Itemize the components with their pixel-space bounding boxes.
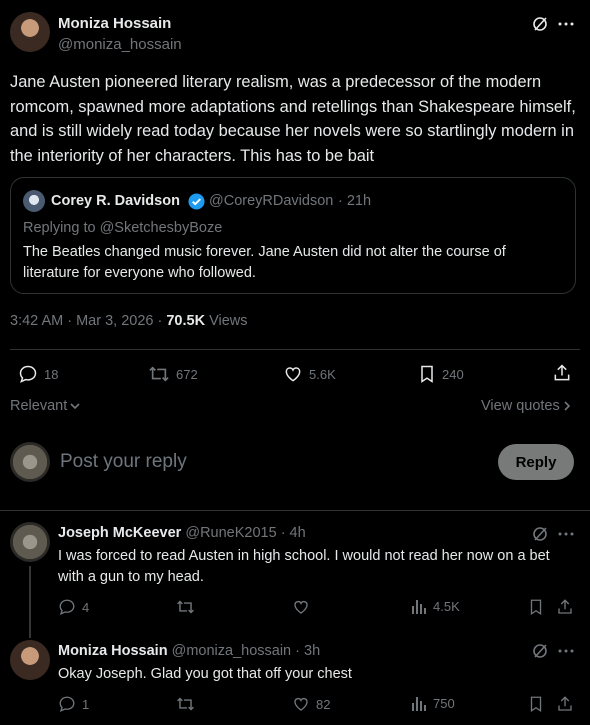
author-handle[interactable]: @moniza_hossain (58, 36, 182, 53)
views-count: 750 (433, 695, 455, 711)
chevron-down-icon (70, 402, 80, 410)
analytics-icon (411, 695, 427, 711)
like-action[interactable]: 5.6K (283, 364, 336, 384)
sort-dropdown[interactable]: Relevant (10, 398, 80, 414)
reply-count: 4 (82, 599, 90, 615)
reply-author-name[interactable]: Moniza Hossain (58, 643, 168, 659)
reply-text: I was forced to read Austen in high scho… (58, 548, 550, 585)
more-options-icon[interactable] (558, 649, 574, 653)
reply-count: 1 (82, 696, 90, 712)
verified-badge-icon (188, 193, 205, 210)
heart-icon (283, 364, 303, 384)
share-icon[interactable] (556, 695, 574, 713)
repost-icon (176, 598, 195, 616)
quoted-replying-to: Replying to @SketchesbyBoze (23, 220, 223, 236)
post-timestamp: 3:42 AM · Mar 3, 2026 · (10, 313, 163, 329)
chevron-right-icon (564, 401, 571, 411)
repost-icon (148, 364, 170, 384)
views-label: Views (209, 313, 248, 329)
repost-count: 672 (176, 366, 198, 382)
reply-text: Okay Joseph. Glad you got that off your … (58, 666, 352, 682)
reply-author-handle[interactable]: @RuneK2015 (185, 525, 276, 541)
views-action[interactable]: 4.5K (411, 598, 460, 614)
reply-action[interactable]: 18 (18, 364, 58, 384)
reply-author-name[interactable]: Joseph McKeever (58, 525, 181, 541)
reply-avatar[interactable] (10, 522, 50, 562)
heart-icon (292, 598, 310, 616)
author-avatar[interactable] (10, 12, 50, 52)
heart-icon (292, 695, 310, 713)
reply-time: · 3h (295, 643, 321, 659)
bookmark-icon (418, 364, 436, 384)
reply-button[interactable]: Reply (498, 444, 574, 480)
bookmark-count: 240 (442, 366, 464, 382)
divider (0, 510, 590, 511)
reply-icon (58, 598, 76, 616)
bookmark-icon[interactable] (528, 695, 544, 713)
quoted-time: · 21h (338, 193, 372, 209)
post-text: Jane Austen pioneered literary realism, … (10, 73, 576, 165)
like-count: 5.6K (309, 366, 336, 382)
repost-action[interactable] (176, 598, 201, 616)
reply-icon (18, 364, 38, 384)
reply-count: 18 (44, 366, 59, 382)
views-count[interactable]: 70.5K (166, 313, 205, 329)
reply-action[interactable]: 1 (58, 695, 89, 713)
view-quotes-link[interactable]: View quotes (481, 398, 571, 414)
more-options-icon[interactable] (558, 532, 574, 536)
grok-icon[interactable] (532, 526, 548, 542)
divider (10, 349, 580, 350)
views-count: 4.5K (433, 598, 460, 614)
thread-line (29, 566, 31, 638)
reply-composer-input[interactable]: Post your reply (60, 451, 187, 473)
like-action[interactable] (292, 598, 316, 616)
repost-action[interactable]: 672 (148, 364, 198, 384)
quoted-post[interactable]: Corey R. Davidson @CoreyRDavidson · 21h … (10, 177, 576, 294)
author-name[interactable]: Moniza Hossain (58, 15, 171, 32)
repost-icon (176, 695, 195, 713)
views-action[interactable]: 750 (411, 695, 455, 711)
quoted-author-name: Corey R. Davidson (51, 193, 180, 209)
reply-author-handle[interactable]: @moniza_hossain (172, 643, 292, 659)
quoted-author-avatar (23, 190, 45, 212)
quoted-author-handle: @CoreyRDavidson (209, 193, 334, 209)
analytics-icon (411, 598, 427, 614)
repost-action[interactable] (176, 695, 201, 713)
reply-header: Joseph McKeever @RuneK2015 · 4h (58, 525, 306, 541)
view-quotes-label: View quotes (481, 398, 560, 414)
current-user-avatar[interactable] (10, 442, 50, 482)
like-action[interactable]: 82 (292, 695, 330, 713)
bookmark-action[interactable]: 240 (418, 364, 464, 384)
reply-action[interactable]: 4 (58, 598, 89, 616)
like-count: 82 (316, 696, 331, 712)
reply-avatar[interactable] (10, 640, 50, 680)
reply-header: Moniza Hossain @moniza_hossain · 3h (58, 643, 320, 659)
bookmark-icon[interactable] (528, 598, 544, 616)
more-options-icon[interactable] (558, 22, 574, 26)
share-icon[interactable] (556, 598, 574, 616)
sort-label: Relevant (10, 398, 68, 414)
share-icon[interactable] (552, 363, 572, 383)
post-meta: 3:42 AM · Mar 3, 2026 · 70.5K Views (10, 313, 248, 329)
reply-time: · 4h (280, 525, 306, 541)
grok-icon[interactable] (532, 643, 548, 659)
quoted-text: The Beatles changed music forever. Jane … (23, 244, 506, 281)
reply-icon (58, 695, 76, 713)
grok-icon[interactable] (532, 16, 548, 32)
